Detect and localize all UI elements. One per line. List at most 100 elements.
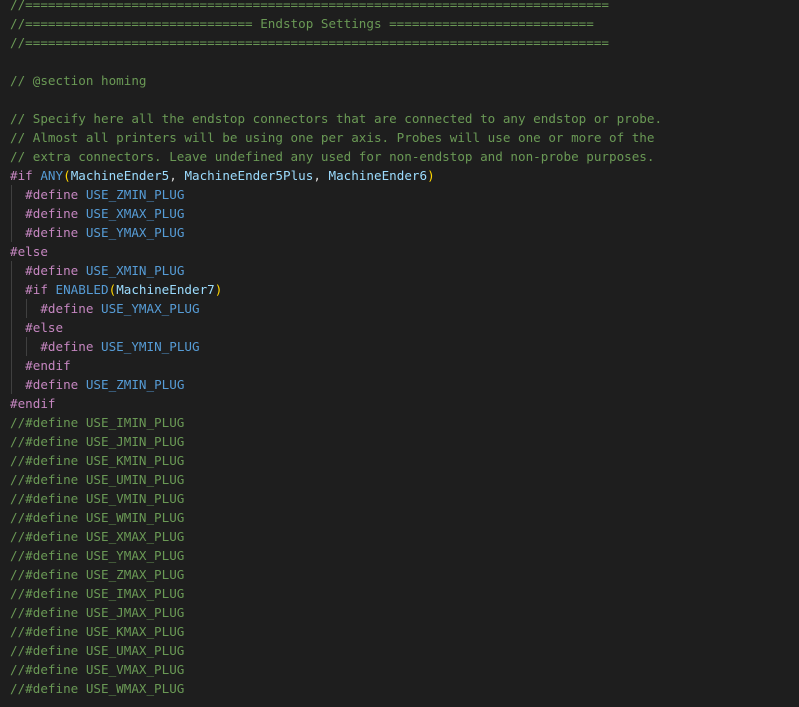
code-token: //#define USE_UMAX_PLUG xyxy=(10,643,185,658)
code-token: MachineEnder5 xyxy=(70,168,170,183)
code-token: //======================================… xyxy=(10,35,609,50)
code-line[interactable]: #endif xyxy=(10,356,662,375)
code-line[interactable]: // @section homing xyxy=(10,71,662,90)
indent-guide xyxy=(11,185,12,204)
code-line[interactable]: //#define USE_JMAX_PLUG xyxy=(10,603,662,622)
code-line[interactable]: //#define USE_VMIN_PLUG xyxy=(10,489,662,508)
code-line[interactable]: //#define USE_WMAX_PLUG xyxy=(10,679,662,698)
code-token: ) xyxy=(427,168,435,183)
code-token: #else xyxy=(25,320,64,335)
code-token: #define xyxy=(25,263,86,278)
code-line[interactable]: #define USE_YMAX_PLUG xyxy=(10,223,662,242)
indent-guide xyxy=(11,261,12,280)
code-line[interactable]: //#define USE_ZMAX_PLUG xyxy=(10,565,662,584)
code-token: // @section homing xyxy=(10,73,147,88)
code-token: MachineEnder7 xyxy=(116,282,215,297)
code-line[interactable]: // Almost all printers will be using one… xyxy=(10,128,662,147)
code-token: #if xyxy=(25,282,56,297)
code-token: USE_XMAX_PLUG xyxy=(85,206,185,221)
code-token: #define xyxy=(25,225,86,240)
code-line[interactable]: #define USE_XMAX_PLUG xyxy=(10,204,662,223)
code-line[interactable]: //======================================… xyxy=(10,0,662,14)
indent-guide xyxy=(11,299,12,318)
code-token: #define xyxy=(40,339,102,354)
code-token: //#define USE_VMIN_PLUG xyxy=(10,491,185,506)
code-line[interactable]: //#define USE_JMIN_PLUG xyxy=(10,432,662,451)
code-token: //#define USE_UMIN_PLUG xyxy=(10,472,185,487)
code-token: ANY xyxy=(40,168,64,183)
code-line[interactable]: //#define USE_KMAX_PLUG xyxy=(10,622,662,641)
code-line[interactable]: // extra connectors. Leave undefined any… xyxy=(10,147,662,166)
code-token: USE_XMIN_PLUG xyxy=(85,263,185,278)
code-line[interactable]: #if ANY(MachineEnder5, MachineEnder5Plus… xyxy=(10,166,662,185)
code-token: //#define USE_YMAX_PLUG xyxy=(10,548,185,563)
code-line[interactable] xyxy=(10,52,662,71)
code-token: //============================== Endstop… xyxy=(10,16,594,31)
indent-guide xyxy=(26,337,28,356)
code-token: USE_ZMIN_PLUG xyxy=(85,377,185,392)
code-token: //#define USE_JMAX_PLUG xyxy=(10,605,185,620)
code-text-area[interactable]: //======================================… xyxy=(10,0,662,698)
indent-guide xyxy=(11,280,12,299)
code-line[interactable]: #define USE_ZMIN_PLUG xyxy=(10,185,662,204)
code-line[interactable]: //#define USE_UMIN_PLUG xyxy=(10,470,662,489)
code-token: //======================================… xyxy=(10,0,609,12)
code-line[interactable]: #define USE_XMIN_PLUG xyxy=(10,261,662,280)
code-line[interactable]: #define USE_ZMIN_PLUG xyxy=(10,375,662,394)
code-line[interactable]: // Specify here all the endstop connecto… xyxy=(10,109,662,128)
code-token: //#define USE_KMAX_PLUG xyxy=(10,624,185,639)
indent-guide xyxy=(11,337,12,356)
code-token: ) xyxy=(214,282,223,297)
code-line[interactable]: #else xyxy=(10,242,662,261)
code-token: #endif xyxy=(10,396,56,411)
code-line[interactable]: #endif xyxy=(10,394,662,413)
code-line[interactable]: #else xyxy=(10,318,662,337)
code-line[interactable]: //#define USE_YMAX_PLUG xyxy=(10,546,662,565)
code-token: //#define USE_IMIN_PLUG xyxy=(10,415,185,430)
code-line[interactable]: #if ENABLED(MachineEnder7) xyxy=(10,280,662,299)
indent-guide xyxy=(11,204,12,223)
code-token: //#define USE_KMIN_PLUG xyxy=(10,453,185,468)
code-line[interactable]: #define USE_YMAX_PLUG xyxy=(10,299,662,318)
code-line[interactable] xyxy=(10,90,662,109)
code-token: USE_YMIN_PLUG xyxy=(101,339,200,354)
code-token: MachineEnder6 xyxy=(328,168,428,183)
code-token: #endif xyxy=(25,358,71,373)
code-token: , xyxy=(169,168,185,183)
code-token: ENABLED xyxy=(55,282,109,297)
code-token: #else xyxy=(10,244,48,259)
code-token: //#define USE_IMAX_PLUG xyxy=(10,586,185,601)
code-token: //#define USE_WMAX_PLUG xyxy=(10,681,185,696)
code-line[interactable]: //#define USE_IMAX_PLUG xyxy=(10,584,662,603)
code-token: #define xyxy=(25,377,86,392)
code-token: //#define USE_VMAX_PLUG xyxy=(10,662,185,677)
code-line[interactable]: //#define USE_KMIN_PLUG xyxy=(10,451,662,470)
indent-guide xyxy=(11,318,12,337)
code-token: // extra connectors. Leave undefined any… xyxy=(10,149,655,164)
code-line[interactable]: //============================== Endstop… xyxy=(10,14,662,33)
code-token: #if xyxy=(10,168,41,183)
code-line[interactable]: //======================================… xyxy=(10,33,662,52)
code-token: #define xyxy=(40,301,102,316)
code-token: //#define USE_ZMAX_PLUG xyxy=(10,567,185,582)
code-line[interactable]: //#define USE_XMAX_PLUG xyxy=(10,527,662,546)
indent-guide xyxy=(26,299,28,318)
code-line[interactable]: #define USE_YMIN_PLUG xyxy=(10,337,662,356)
code-line[interactable]: //#define USE_IMIN_PLUG xyxy=(10,413,662,432)
code-editor[interactable]: //======================================… xyxy=(0,0,799,707)
code-line[interactable]: //#define USE_UMAX_PLUG xyxy=(10,641,662,660)
code-token: // Almost all printers will be using one… xyxy=(10,130,655,145)
code-line[interactable]: //#define USE_WMIN_PLUG xyxy=(10,508,662,527)
code-line[interactable]: //#define USE_VMAX_PLUG xyxy=(10,660,662,679)
